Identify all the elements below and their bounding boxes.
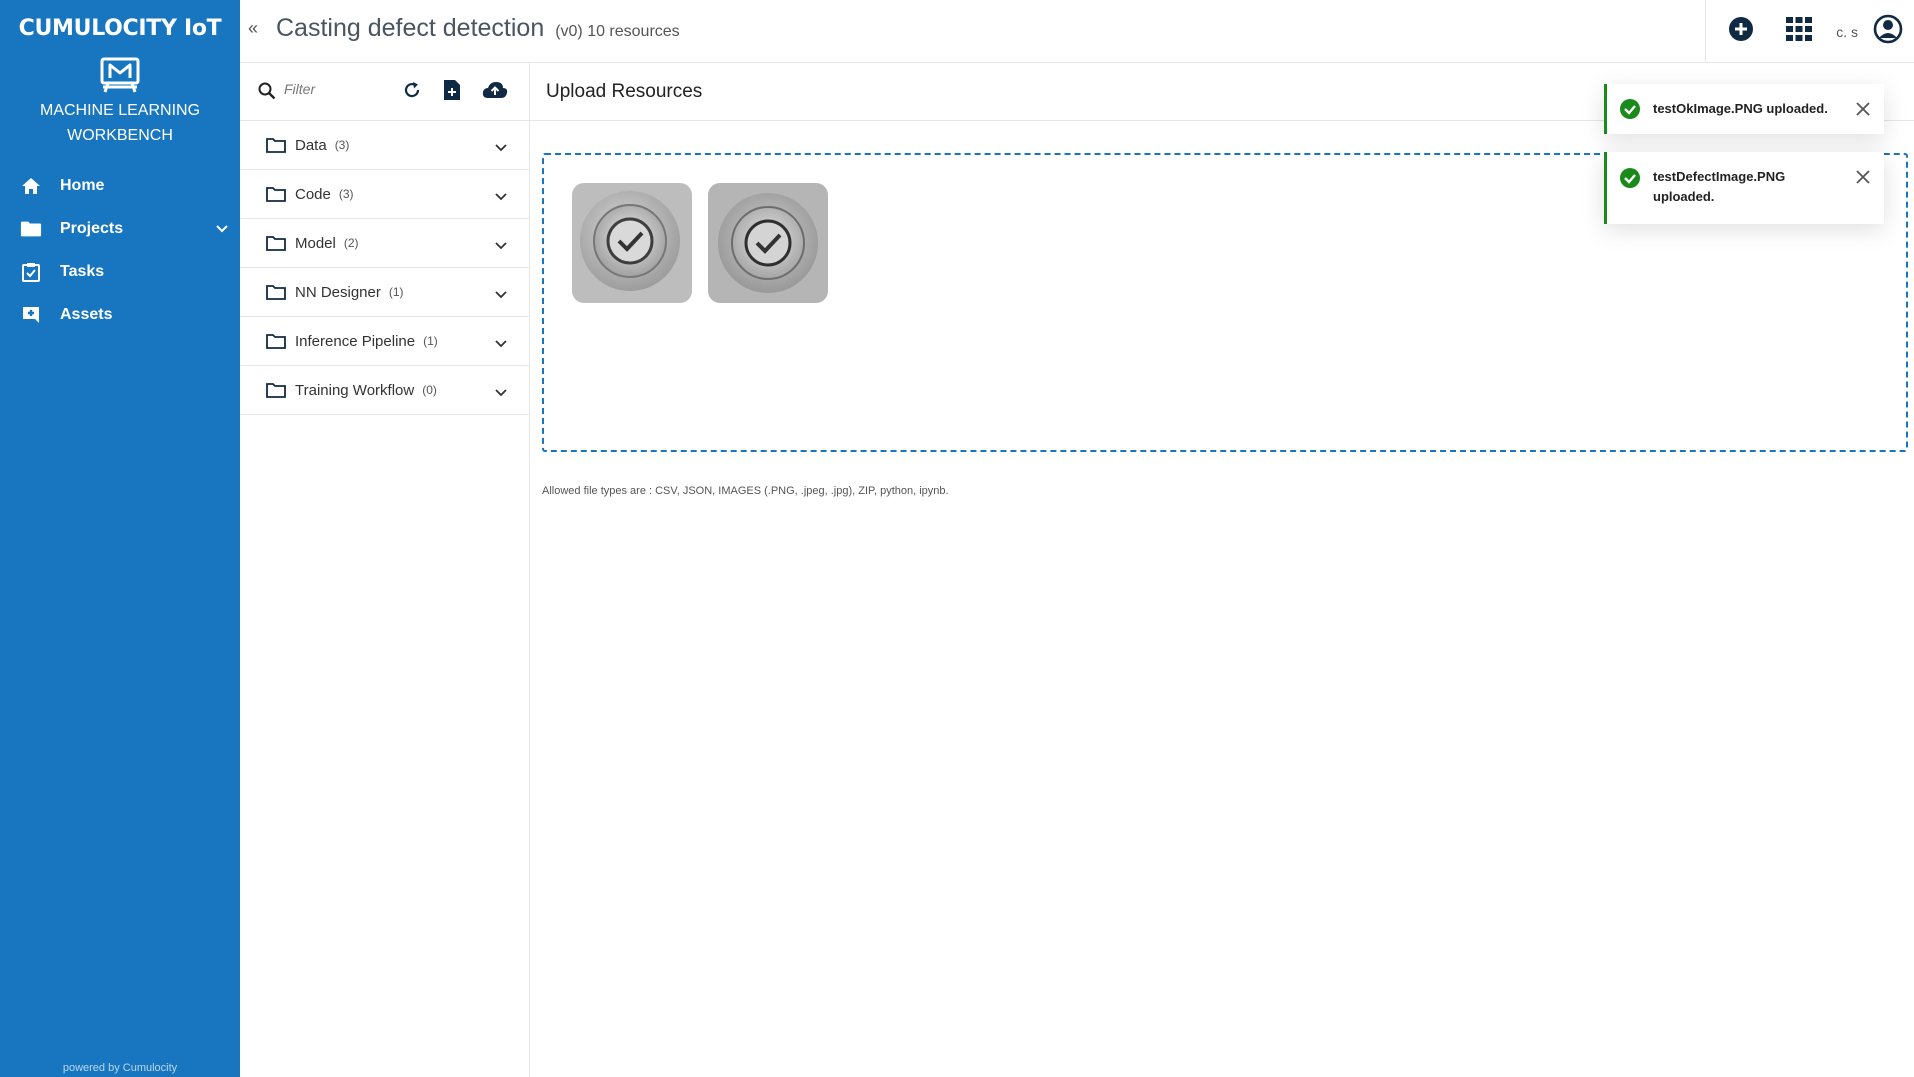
sidebar-item-projects[interactable]: Projects bbox=[0, 207, 240, 250]
search-icon bbox=[258, 82, 276, 105]
folder-count: (1) bbox=[423, 334, 438, 348]
thumbnail-ok-image[interactable] bbox=[572, 183, 692, 303]
check-circle-icon bbox=[1620, 168, 1640, 193]
sidebar-item-home[interactable]: Home bbox=[0, 164, 240, 207]
close-icon[interactable] bbox=[1856, 102, 1870, 121]
folder-outline-icon bbox=[266, 137, 286, 153]
thumbnail-defect-image[interactable] bbox=[708, 183, 828, 303]
folder-row-code[interactable]: Code (3) bbox=[240, 170, 529, 219]
folder-icon bbox=[20, 218, 42, 240]
chevron-down-icon[interactable] bbox=[495, 237, 507, 255]
user-menu-button[interactable] bbox=[1868, 0, 1908, 63]
new-file-button[interactable] bbox=[440, 79, 464, 106]
allowed-file-types: Allowed file types are : CSV, JSON, IMAG… bbox=[542, 485, 949, 497]
sidebar-nav: Home Projects Tasks Assets bbox=[0, 164, 240, 336]
filter-input[interactable] bbox=[284, 81, 384, 97]
chevron-down-icon[interactable] bbox=[495, 335, 507, 353]
folder-row-training-workflow[interactable]: Training Workflow (0) bbox=[240, 366, 529, 415]
folder-outline-icon bbox=[266, 284, 286, 300]
grid-icon bbox=[1786, 17, 1813, 46]
toast-message: testDefectImage.PNG uploaded. bbox=[1653, 169, 1786, 204]
plus-box-icon bbox=[20, 304, 42, 326]
folder-row-inference-pipeline[interactable]: Inference Pipeline (1) bbox=[240, 317, 529, 366]
folder-label: Inference Pipeline bbox=[295, 332, 416, 350]
folder-count: (3) bbox=[338, 187, 354, 201]
chevron-down-icon[interactable] bbox=[495, 188, 507, 206]
folder-label: Model bbox=[295, 234, 336, 252]
sidebar-item-label: Tasks bbox=[60, 262, 105, 280]
add-button[interactable] bbox=[1712, 0, 1770, 63]
folder-row-model[interactable]: Model (2) bbox=[240, 219, 529, 268]
folder-row-data[interactable]: Data (3) bbox=[240, 121, 529, 170]
chevron-down-icon[interactable] bbox=[495, 384, 507, 402]
app-name-line2: WORKBENCH bbox=[67, 127, 173, 144]
user-avatar-icon bbox=[1873, 14, 1903, 49]
chevron-down-icon bbox=[216, 220, 228, 238]
powered-by: powered by Cumulocity bbox=[62, 1062, 178, 1074]
app-switcher-button[interactable] bbox=[1770, 0, 1828, 63]
toast-message: testOkImage.PNG uploaded. bbox=[1653, 101, 1828, 116]
tree-toolbar bbox=[240, 63, 529, 121]
header-divider bbox=[1705, 0, 1706, 63]
close-icon[interactable] bbox=[1856, 170, 1870, 189]
folder-count: (3) bbox=[334, 138, 350, 152]
folder-count: (0) bbox=[422, 383, 437, 397]
folder-outline-icon bbox=[266, 186, 286, 202]
cloud-upload-icon bbox=[482, 81, 508, 104]
folder-label: NN Designer bbox=[295, 283, 381, 301]
sidebar-item-label: Assets bbox=[60, 305, 113, 323]
upload-button[interactable] bbox=[480, 80, 510, 104]
page-title: Casting defect detection (v0) 10 resourc… bbox=[276, 14, 680, 43]
chevron-down-icon[interactable] bbox=[495, 139, 507, 157]
refresh-icon bbox=[403, 81, 421, 104]
folder-count: (2) bbox=[343, 236, 359, 250]
folder-label: Training Workflow bbox=[295, 381, 415, 399]
header: « Casting defect detection (v0) 10 resou… bbox=[240, 0, 1914, 63]
ml-workbench-logo-icon bbox=[0, 56, 240, 94]
toast-success: testDefectImage.PNG uploaded. bbox=[1604, 152, 1884, 224]
toast-success: testOkImage.PNG uploaded. bbox=[1604, 84, 1884, 134]
sidebar-item-assets[interactable]: Assets bbox=[0, 293, 240, 336]
casting-image-ok bbox=[572, 183, 692, 303]
plus-circle-icon bbox=[1728, 16, 1754, 47]
home-icon bbox=[20, 175, 42, 197]
user-initials[interactable]: c. s bbox=[1836, 24, 1858, 40]
sidebar-item-label: Projects bbox=[60, 219, 124, 237]
sidebar-item-tasks[interactable]: Tasks bbox=[0, 250, 240, 293]
sidebar: CUMULOCITY IoT MACHINE LEARNING WORKBENC… bbox=[0, 0, 240, 1077]
page-title-text: Casting defect detection bbox=[276, 14, 545, 42]
collapse-sidebar-button[interactable]: « bbox=[248, 18, 258, 39]
folder-count: (1) bbox=[388, 285, 404, 299]
brand-logo: CUMULOCITY IoT bbox=[18, 15, 222, 41]
folder-outline-icon bbox=[266, 382, 286, 398]
folder-outline-icon bbox=[266, 235, 286, 251]
app-name: MACHINE LEARNING WORKBENCH bbox=[0, 98, 240, 148]
folder-outline-icon bbox=[266, 333, 286, 349]
chevron-down-icon[interactable] bbox=[495, 286, 507, 304]
resource-tree-panel: Data (3) Code (3) Model (2) NN Designer … bbox=[240, 63, 530, 1077]
sidebar-item-label: Home bbox=[60, 176, 105, 194]
header-actions: c. s bbox=[1712, 0, 1914, 63]
clipboard-check-icon bbox=[20, 261, 42, 283]
upload-resources-title: Upload Resources bbox=[546, 81, 703, 102]
folder-row-nn-designer[interactable]: NN Designer (1) bbox=[240, 268, 529, 317]
page-subtitle: (v0) 10 resources bbox=[555, 23, 680, 40]
app-name-line1: MACHINE LEARNING bbox=[39, 102, 201, 119]
casting-image-defect bbox=[708, 183, 828, 303]
refresh-button[interactable] bbox=[400, 80, 424, 104]
folder-label: Code bbox=[295, 185, 331, 203]
check-circle-icon bbox=[1620, 99, 1640, 124]
folder-label: Data bbox=[295, 136, 327, 154]
file-plus-icon bbox=[443, 79, 461, 106]
